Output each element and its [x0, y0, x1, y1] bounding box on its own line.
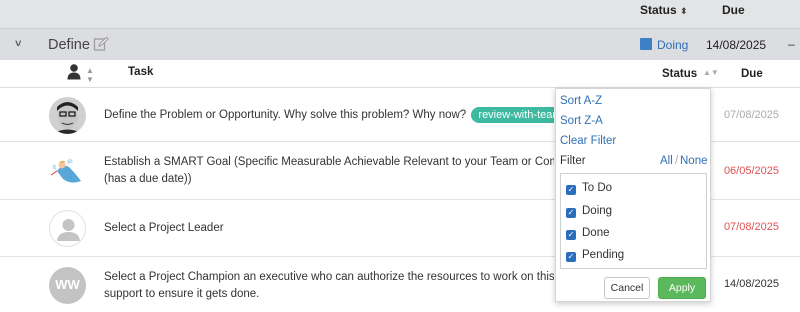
status-filter-popup: Sort A-Z Sort Z-A Clear Filter Filter Al… [555, 88, 711, 302]
group-dash: – [788, 37, 795, 51]
task-text-line-2: (has a due date)) [104, 173, 192, 185]
filter-label: Filter [560, 155, 586, 167]
task-text-line: Select a Project Champion an executive w… [104, 271, 554, 283]
filter-option-doing[interactable]: ✓ Doing [566, 205, 612, 218]
avatar-initials: WW [55, 277, 80, 292]
due-date: 06/05/2025 [723, 165, 779, 177]
task-text-line: Define the Problem or Opportunity. Why s… [104, 109, 467, 121]
task-text[interactable]: Establish a SMART Goal (Specific Measura… [104, 154, 554, 188]
task-column-header: ▲ ▼ Task Status ▲▼ Due [0, 60, 800, 88]
select-all-link[interactable]: All [660, 155, 673, 167]
group-row-define: ˅ Define Doing 14/08/2025 – [0, 28, 800, 60]
option-label: Doing [582, 205, 613, 217]
filter-option-to-do[interactable]: ✓ To Do [566, 182, 612, 195]
due-date: 07/08/2025 [723, 109, 779, 121]
group-due-date: 14/08/2025 [706, 38, 767, 52]
status-column-label[interactable]: Status [662, 68, 697, 80]
task-text-line-2: support to ensure it gets done. [104, 288, 260, 300]
group-status[interactable]: Doing [657, 38, 688, 52]
checkbox-checked-icon[interactable]: ✓ [566, 185, 576, 195]
checkbox-checked-icon[interactable]: ✓ [566, 252, 576, 262]
option-label: Done [582, 227, 610, 239]
chevron-down-icon[interactable]: ˅ [15, 38, 21, 50]
status-column-header[interactable]: Status ⬍ [640, 3, 688, 17]
filter-option-done[interactable]: ✓ Done [566, 227, 610, 240]
due-column-label[interactable]: Due [741, 68, 763, 80]
select-none-link[interactable]: None [680, 155, 708, 167]
status-sort-icon[interactable]: ▲▼ [703, 68, 719, 77]
due-date: 07/08/2025 [723, 221, 779, 233]
due-column-header[interactable]: Due [722, 3, 745, 17]
due-date: 14/08/2025 [723, 278, 779, 290]
task-column-label[interactable]: Task [128, 66, 153, 78]
status-color-square [640, 38, 652, 50]
sort-icon[interactable]: ⬍ [680, 6, 688, 16]
owner-sort-icon[interactable]: ▲ ▼ [86, 66, 94, 84]
person-icon[interactable] [67, 64, 81, 80]
avatar [49, 151, 86, 188]
avatar: WW [49, 267, 86, 304]
filter-options-list: ✓ To Do ✓ Doing ✓ Done ✓ Pending [560, 173, 707, 269]
clear-filter-link[interactable]: Clear Filter [560, 135, 616, 147]
apply-button[interactable]: Apply [658, 277, 706, 299]
task-text[interactable]: Select a Project Champion an executive w… [104, 269, 554, 303]
sort-z-a-link[interactable]: Sort Z-A [560, 115, 603, 127]
cancel-button[interactable]: Cancel [604, 277, 650, 299]
edit-icon[interactable] [93, 36, 109, 52]
avatar [49, 210, 86, 247]
option-label: Pending [582, 249, 625, 261]
task-text[interactable]: Define the Problem or Opportunity. Why s… [104, 107, 554, 124]
option-label: To Do [582, 182, 613, 194]
tag-badge[interactable]: review-with-team× [471, 107, 554, 123]
task-text-line: Establish a SMART Goal (Specific Measura… [104, 156, 554, 168]
checkbox-checked-icon[interactable]: ✓ [566, 208, 576, 218]
avatar [49, 97, 86, 134]
status-header-label: Status [640, 3, 677, 17]
checkbox-checked-icon[interactable]: ✓ [566, 230, 576, 240]
sort-a-z-link[interactable]: Sort A-Z [560, 95, 602, 107]
filter-option-pending[interactable]: ✓ Pending [566, 249, 624, 262]
group-name: Define [48, 37, 90, 53]
task-text[interactable]: Select a Project Leader [104, 220, 554, 237]
separator: / [675, 155, 679, 167]
table-header: Status ⬍ Due [0, 0, 800, 28]
tag-label: review-with-team [478, 109, 554, 121]
task-text-line: Select a Project Leader [104, 222, 224, 234]
